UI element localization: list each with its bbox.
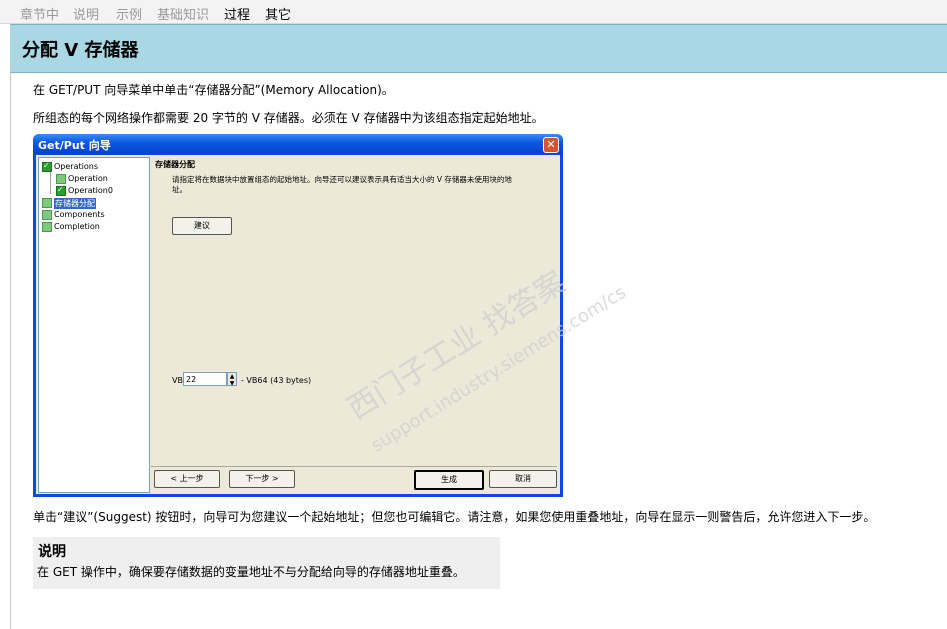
dialog-body: Operations Operation Operation0 存储器分配 Co…: [36, 155, 560, 494]
requirement-paragraph: 所组态的每个网络操作都需要 20 字节的 V 存储器。必须在 V 存储器中为该组…: [33, 111, 544, 125]
cancel-button[interactable]: 取消: [489, 470, 557, 488]
tab-example[interactable]: 示例: [116, 4, 142, 23]
page-title: 分配 V 存储器: [22, 40, 139, 61]
suggest-paragraph: 单击“建议”(Suggest) 按钮时，向导可为您建议一个起始地址；但您也可编辑…: [33, 510, 876, 524]
page-header: 分配 V 存储器: [10, 24, 947, 73]
tab-procedure[interactable]: 过程: [224, 4, 250, 23]
checkbox-icon: [42, 222, 52, 232]
checkbox-icon: [42, 198, 52, 208]
checkbox-icon: [42, 210, 52, 220]
left-border-line: [10, 72, 11, 629]
generate-button[interactable]: 生成: [414, 470, 484, 490]
button-divider: [151, 466, 557, 467]
section-title: 存储器分配: [155, 160, 195, 169]
vb-address-input[interactable]: 22: [183, 372, 227, 386]
tab-description[interactable]: 说明: [73, 4, 99, 23]
note-box: 说明 在 GET 操作中，确保要存储数据的变量地址不与分配给向导的存储器地址重叠…: [33, 537, 500, 589]
tab-other[interactable]: 其它: [265, 4, 291, 23]
note-title: 说明: [38, 544, 66, 560]
prev-button[interactable]: < 上一步: [154, 470, 220, 488]
intro-paragraph: 在 GET/PUT 向导菜单中单击“存储器分配”(Memory Allocati…: [33, 83, 394, 97]
note-body: 在 GET 操作中，确保要存储数据的变量地址不与分配给向导的存储器地址重叠。: [37, 565, 465, 579]
getput-wizard-dialog: Get/Put 向导 ✕ Operations Operation Operat…: [33, 134, 563, 497]
tab-chapter[interactable]: 章节中: [20, 4, 59, 23]
top-tab-bar: 章节中 说明 示例 基础知识 过程 其它: [0, 0, 947, 24]
tab-basics[interactable]: 基础知识: [157, 4, 209, 23]
section-description: 请指定将在数据块中放置组态的起始地址。向导还可以建议表示具有适当大小的 V 存储…: [172, 175, 512, 194]
checkbox-checked-icon: [42, 161, 52, 172]
vb-label: VB: [172, 376, 183, 385]
dialog-titlebar: Get/Put 向导 ✕: [33, 134, 563, 154]
vb-range-text: - VB64 (43 bytes): [241, 376, 312, 385]
suggest-button[interactable]: 建议: [172, 217, 232, 235]
wizard-tree: Operations Operation Operation0 存储器分配 Co…: [38, 157, 150, 493]
spinner-arrows-icon[interactable]: ▲ ▼: [227, 372, 237, 387]
next-button[interactable]: 下一步 >: [229, 470, 295, 488]
checkbox-checked-icon: [56, 185, 66, 196]
close-icon[interactable]: ✕: [543, 137, 559, 153]
checkbox-icon: [56, 174, 66, 184]
dialog-title: Get/Put 向导: [38, 139, 111, 152]
